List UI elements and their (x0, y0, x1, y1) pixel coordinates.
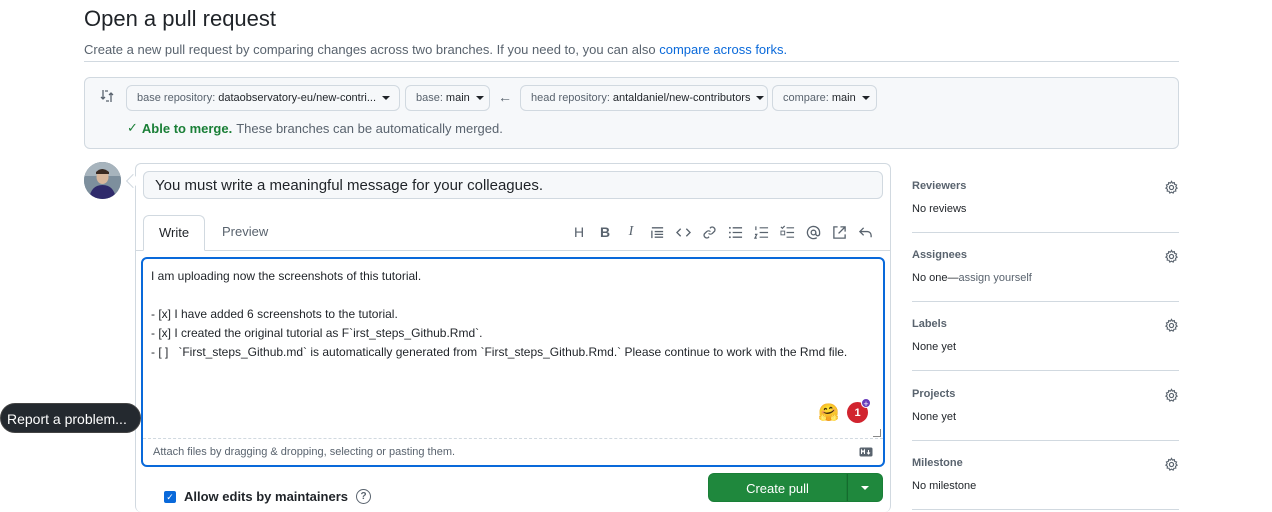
reply-icon[interactable] (852, 222, 878, 242)
hugging-face-icon[interactable]: 🤗 (818, 403, 839, 423)
arrow-left-icon: ← (498, 89, 512, 105)
chevron-down-icon (382, 96, 391, 100)
gear-icon[interactable] (1164, 457, 1179, 472)
create-pull-request-button[interactable]: Create pull request (708, 473, 847, 512)
pr-title-input[interactable] (143, 171, 883, 199)
gear-icon[interactable] (1164, 388, 1179, 403)
resize-handle[interactable] (873, 429, 881, 437)
sidebar-section-title: Projects (912, 388, 956, 400)
subtitle-text: Create a new pull request by comparing c… (84, 42, 656, 57)
markdown-toolbar: H B I (566, 222, 878, 242)
link-icon[interactable] (696, 222, 722, 242)
sidebar-section-title: Labels (912, 318, 947, 330)
sidebar-labels: Labels None yet (912, 318, 1179, 353)
gear-icon[interactable] (1164, 180, 1179, 195)
compare-branch-select[interactable]: compare: main (772, 85, 877, 111)
bold-icon[interactable]: B (592, 222, 618, 242)
quote-icon[interactable] (644, 222, 670, 242)
sidebar-assignees: Assignees No one—assign yourself (912, 249, 1179, 284)
page-subtitle: Create a new pull request by comparing c… (84, 42, 1179, 57)
chevron-down-icon (861, 96, 870, 100)
head-repository-select[interactable]: head repository: antaldaniel/new-contrib… (520, 85, 768, 111)
sidebar-divider (912, 509, 1179, 510)
gear-icon[interactable] (1164, 249, 1179, 264)
pr-body-textarea[interactable]: I am uploading now the screenshots of th… (141, 257, 885, 467)
report-problem-tooltip[interactable]: Report a problem... (0, 403, 141, 433)
chevron-down-icon (756, 96, 765, 100)
task-list-icon[interactable] (774, 222, 800, 242)
compare-arrows-icon (100, 90, 114, 102)
attach-files-text: Attach files by dragging & dropping, sel… (153, 446, 456, 458)
sidebar-section-value: No one—assign yourself (912, 272, 1179, 284)
user-avatar-icon (84, 162, 121, 199)
sidebar-section-value: No milestone (912, 480, 977, 492)
code-icon[interactable] (670, 222, 696, 242)
allow-edits-checkbox[interactable]: ✓ (164, 490, 176, 503)
merge-status-text: These branches can be automatically merg… (236, 120, 503, 136)
sidebar-divider (912, 370, 1179, 371)
tab-write[interactable]: Write (143, 215, 206, 251)
chevron-down-icon (861, 485, 869, 490)
base-branch-value: main (445, 92, 470, 104)
question-icon[interactable]: ? (356, 489, 371, 504)
create-pr-button-group: Create pull request (708, 473, 883, 512)
base-branch-select[interactable]: base: main (405, 85, 490, 111)
sidebar-section-title: Milestone (912, 457, 963, 469)
sidebar-section-value: None yet (912, 411, 957, 423)
sidebar-section-value: No reviews (912, 203, 967, 215)
allow-edits-option[interactable]: ✓ Allow edits by maintainers ? (164, 489, 371, 504)
italic-icon[interactable]: I (618, 222, 644, 242)
gear-icon[interactable] (1164, 318, 1179, 333)
sidebar-reviewers: Reviewers No reviews (912, 180, 1179, 215)
base-repository-value: dataobservatory-eu/new-contri... (218, 92, 377, 104)
unordered-list-icon[interactable] (722, 222, 748, 242)
sidebar-projects: Projects None yet (912, 388, 1179, 423)
merge-status-title: Able to merge. (141, 120, 233, 136)
compare-forks-link[interactable]: compare across forks. (659, 42, 787, 57)
allow-edits-label: Allow edits by maintainers (184, 489, 348, 504)
avatar[interactable] (84, 162, 121, 199)
pr-body-text[interactable]: I am uploading now the screenshots of th… (151, 267, 871, 362)
head-repository-value: antaldaniel/new-contributors (612, 92, 751, 104)
cross-reference-icon[interactable] (826, 222, 852, 242)
markdown-icon[interactable] (859, 447, 873, 457)
attach-files-bar[interactable]: Attach files by dragging & dropping, sel… (143, 438, 883, 465)
sidebar-section-value: None yet (912, 341, 957, 353)
head-repository-label: head repository: (531, 92, 610, 104)
branch-range-box: base repository: dataobservatory-eu/new-… (84, 77, 1179, 149)
chevron-down-icon (475, 96, 484, 100)
base-repository-select[interactable]: base repository: dataobservatory-eu/new-… (126, 85, 400, 111)
compare-branch-label: compare: (783, 92, 829, 104)
merge-status: ✓ Able to merge. These branches can be a… (127, 120, 503, 136)
sidebar-divider (912, 440, 1179, 441)
plus-badge-icon: + (861, 398, 871, 409)
sidebar-section-title: Reviewers (912, 180, 967, 192)
sidebar-divider (912, 301, 1179, 302)
check-icon: ✓ (127, 120, 138, 135)
base-repository-label: base repository: (137, 92, 216, 104)
mention-icon[interactable] (800, 222, 826, 242)
base-branch-label: base: (416, 92, 443, 104)
compare-branch-value: main (831, 92, 856, 104)
create-options-dropdown[interactable] (847, 473, 883, 502)
header-divider (84, 61, 1179, 62)
assign-yourself-link[interactable]: assign yourself (958, 272, 1031, 284)
heading-icon[interactable]: H (566, 222, 592, 242)
assignees-value: No one— (912, 272, 959, 284)
ordered-list-icon[interactable] (748, 222, 774, 242)
sidebar-section-title: Assignees (912, 249, 968, 261)
page-header: Open a pull request Create a new pull re… (84, 6, 1179, 57)
sidebar-milestone: Milestone No milestone (912, 457, 1179, 492)
tab-preview[interactable]: Preview (207, 215, 283, 251)
sidebar-divider (912, 232, 1179, 233)
page-title: Open a pull request (84, 6, 277, 31)
